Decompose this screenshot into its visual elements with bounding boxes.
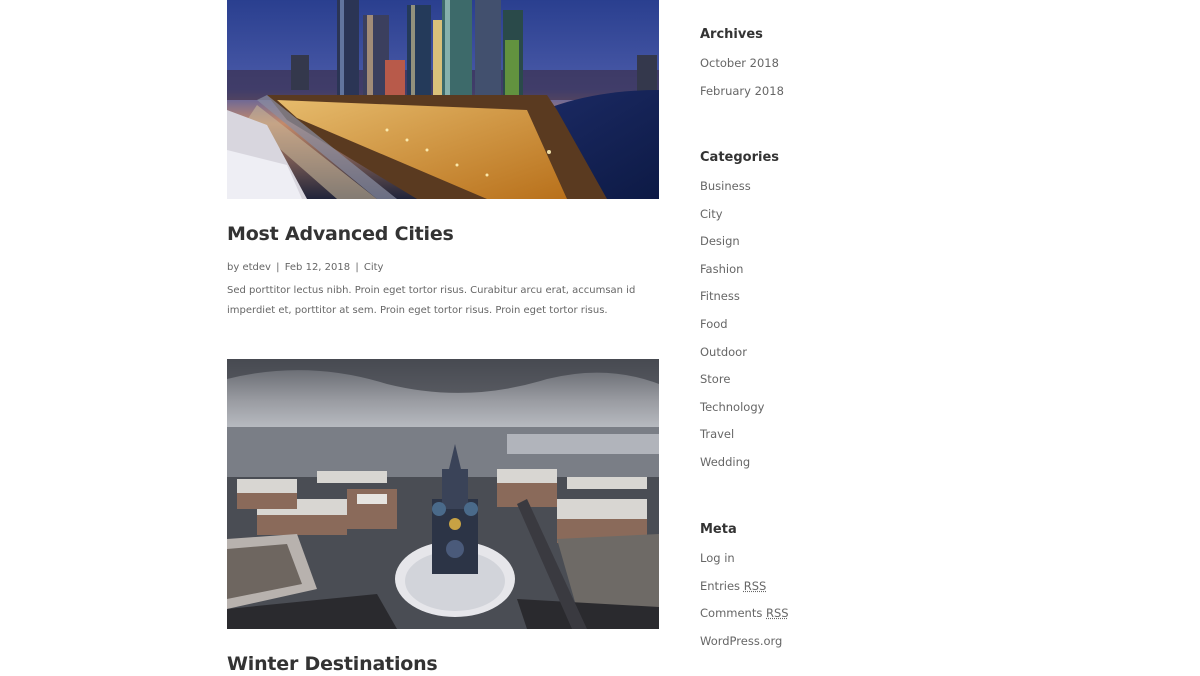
category-item: Design	[700, 233, 920, 249]
widget-title: Meta	[700, 522, 920, 538]
comments-label: Comments	[700, 606, 762, 620]
meta-item: Entries RSS	[700, 578, 920, 594]
category-item: Business	[700, 178, 920, 194]
post-date: Feb 12, 2018	[285, 262, 350, 273]
category-item: Fashion	[700, 261, 920, 277]
category-item: Food	[700, 316, 920, 332]
category-link-technology[interactable]: Technology	[700, 400, 764, 414]
post-title: Most Advanced Cities	[227, 222, 659, 246]
category-item: Outdoor	[700, 344, 920, 360]
featured-image-winter-destinations[interactable]	[227, 359, 659, 629]
meta-widget: Meta Log in Entries RSS Comments RSS Wor…	[700, 522, 920, 649]
archives-list: October 2018 February 2018	[700, 55, 920, 99]
meta-separator: |	[276, 262, 279, 273]
post-title: Winter Destinations	[227, 652, 659, 676]
archive-link-february-2018[interactable]: February 2018	[700, 84, 784, 98]
entries-rss-link[interactable]: Entries RSS	[700, 579, 766, 593]
rss-abbr: RSS	[744, 579, 767, 593]
category-link-travel[interactable]: Travel	[700, 427, 734, 441]
post-author-link[interactable]: etdev	[242, 262, 271, 273]
post-title-link[interactable]: Most Advanced Cities	[227, 223, 454, 245]
wordpress-org-link[interactable]: WordPress.org	[700, 634, 782, 648]
post-meta: by etdev | Feb 12, 2018 | City	[227, 261, 659, 275]
post-most-advanced-cities: Most Advanced Cities by etdev | Feb 12, …	[227, 222, 659, 321]
category-item: City	[700, 206, 920, 222]
archive-link-october-2018[interactable]: October 2018	[700, 56, 779, 70]
meta-list: Log in Entries RSS Comments RSS WordPres…	[700, 550, 920, 649]
winter-city-image	[227, 359, 659, 629]
category-link-fashion[interactable]: Fashion	[700, 262, 743, 276]
widget-title: Archives	[700, 27, 920, 43]
category-link-wedding[interactable]: Wedding	[700, 455, 750, 469]
entries-label: Entries	[700, 579, 740, 593]
widget-title: Categories	[700, 150, 920, 166]
city-night-image	[227, 0, 659, 199]
archives-widget: Archives October 2018 February 2018	[700, 27, 920, 99]
categories-widget: Categories Business City Design Fashion …	[700, 150, 920, 470]
categories-list: Business City Design Fashion Fitness Foo…	[700, 178, 920, 470]
meta-separator: |	[355, 262, 358, 273]
category-item: Travel	[700, 426, 920, 442]
category-item: Store	[700, 371, 920, 387]
category-item: Technology	[700, 399, 920, 415]
post-category-link[interactable]: City	[364, 262, 384, 273]
post-title-link[interactable]: Winter Destinations	[227, 653, 438, 675]
comments-rss-link[interactable]: Comments RSS	[700, 606, 789, 620]
category-link-outdoor[interactable]: Outdoor	[700, 345, 747, 359]
category-link-fitness[interactable]: Fitness	[700, 289, 740, 303]
meta-item: Comments RSS	[700, 605, 920, 621]
category-item: Fitness	[700, 288, 920, 304]
category-item: Wedding	[700, 454, 920, 470]
category-link-food[interactable]: Food	[700, 317, 728, 331]
meta-by-label: by	[227, 262, 239, 273]
post-excerpt: Sed porttitor lectus nibh. Proin eget to…	[227, 281, 659, 321]
rss-abbr: RSS	[766, 606, 789, 620]
category-link-city[interactable]: City	[700, 207, 723, 221]
meta-item: Log in	[700, 550, 920, 566]
meta-item: WordPress.org	[700, 633, 920, 649]
post-winter-destinations: Winter Destinations	[227, 652, 659, 676]
featured-image-most-advanced-cities[interactable]	[227, 0, 659, 199]
category-link-design[interactable]: Design	[700, 234, 740, 248]
category-link-store[interactable]: Store	[700, 372, 730, 386]
archive-item: October 2018	[700, 55, 920, 71]
archive-item: February 2018	[700, 83, 920, 99]
login-link[interactable]: Log in	[700, 551, 735, 565]
category-link-business[interactable]: Business	[700, 179, 751, 193]
